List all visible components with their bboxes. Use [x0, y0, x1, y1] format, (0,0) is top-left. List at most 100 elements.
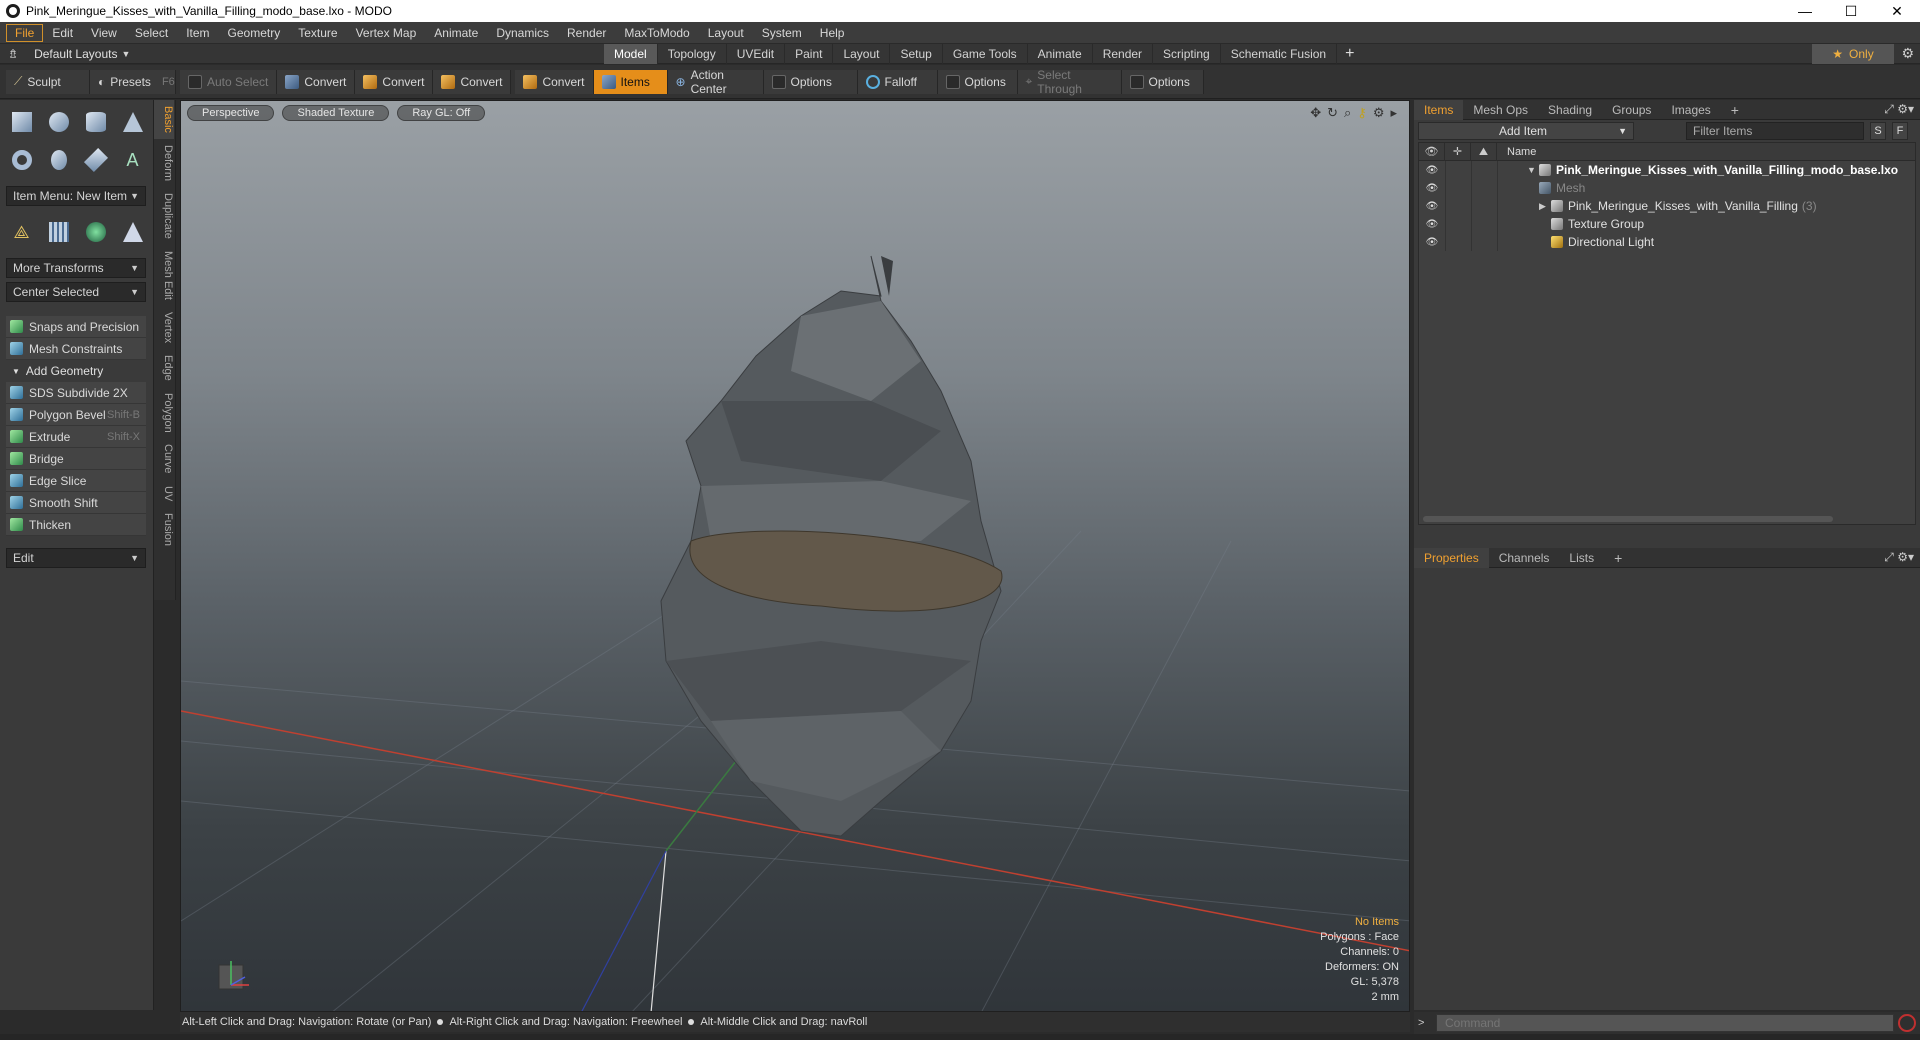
- tab-items[interactable]: Items: [1414, 99, 1464, 120]
- cube-primitive-icon[interactable]: [6, 108, 37, 136]
- globe-icon[interactable]: [80, 218, 111, 246]
- visibility-eye-icon[interactable]: 👁: [1419, 219, 1445, 230]
- vtab-polygon[interactable]: Polygon: [154, 387, 174, 439]
- tab-animate[interactable]: Animate: [1028, 43, 1093, 64]
- list-item[interactable]: 👁 Texture Group: [1419, 215, 1915, 233]
- cone-primitive-icon[interactable]: [117, 108, 148, 136]
- render-column-icon[interactable]: ⛰: [1471, 142, 1497, 161]
- layouts-dropdown[interactable]: ⇯ Default Layouts ▼: [0, 47, 604, 61]
- vtab-vertex[interactable]: Vertex: [154, 306, 174, 349]
- menu-view[interactable]: View: [82, 24, 126, 42]
- cylinder-primitive-icon[interactable]: [80, 108, 111, 136]
- extrude-button[interactable]: Extrude Shift-X: [6, 426, 146, 448]
- tab-schematic-fusion[interactable]: Schematic Fusion: [1221, 43, 1338, 64]
- thicken-button[interactable]: Thicken: [6, 514, 146, 536]
- filter-items-input[interactable]: Filter Items: [1686, 122, 1864, 140]
- select-through-options-button[interactable]: Options: [1121, 69, 1204, 94]
- edit-dropdown[interactable]: Edit ▼: [6, 548, 146, 568]
- filter-f-button[interactable]: F: [1892, 122, 1908, 140]
- add-geometry-section[interactable]: ▼ Add Geometry: [6, 360, 146, 382]
- vtab-duplicate[interactable]: Duplicate: [154, 187, 174, 245]
- tab-render[interactable]: Render: [1093, 43, 1154, 64]
- menu-item[interactable]: Item: [177, 24, 218, 42]
- pen-tool-icon[interactable]: [80, 146, 111, 174]
- snaps-precision-button[interactable]: Snaps and Precision: [6, 316, 146, 338]
- more-transforms-dropdown[interactable]: More Transforms ▼: [6, 258, 146, 278]
- menu-edit[interactable]: Edit: [43, 24, 82, 42]
- edge-slice-button[interactable]: Edge Slice: [6, 470, 146, 492]
- sds-subdivide-button[interactable]: SDS Subdivide 2X: [6, 382, 146, 404]
- menu-texture[interactable]: Texture: [289, 24, 346, 42]
- vtab-deform[interactable]: Deform: [154, 139, 174, 187]
- list-item[interactable]: 👁 Directional Light: [1419, 233, 1915, 251]
- tab-images[interactable]: Images: [1661, 100, 1720, 120]
- 3d-viewport[interactable]: Perspective Shaded Texture Ray GL: Off ✥…: [180, 100, 1410, 1012]
- polygon-bevel-button[interactable]: Polygon Bevel Shift-B: [6, 404, 146, 426]
- convert-edge-button[interactable]: Convert: [355, 69, 434, 94]
- expand-arrow-icon[interactable]: ▶: [1539, 201, 1551, 212]
- convert-material-button[interactable]: Convert: [515, 69, 594, 94]
- convert-polygon-button[interactable]: Convert: [433, 69, 512, 94]
- close-button[interactable]: ✕: [1874, 0, 1920, 22]
- text-tool-icon[interactable]: A: [117, 146, 148, 174]
- grid-icon[interactable]: [43, 218, 74, 246]
- visibility-eye-icon[interactable]: 👁: [1419, 201, 1445, 212]
- lock-column-icon[interactable]: ✛: [1445, 142, 1471, 161]
- center-selected-dropdown[interactable]: Center Selected ▼: [6, 282, 146, 302]
- panel-expand-gear-icons[interactable]: ⤢ ⚙▾: [1884, 550, 1914, 565]
- tube-primitive-icon[interactable]: [43, 146, 74, 174]
- add-panel-tab-button[interactable]: +: [1721, 100, 1749, 120]
- vtab-curve[interactable]: Curve: [154, 438, 174, 479]
- tab-lists[interactable]: Lists: [1559, 548, 1604, 568]
- action-center-options-button[interactable]: Options: [763, 69, 858, 94]
- tab-game-tools[interactable]: Game Tools: [943, 43, 1028, 64]
- tab-channels[interactable]: Channels: [1489, 548, 1560, 568]
- panel-expand-gear-icons[interactable]: ⤢ ⚙▾: [1884, 102, 1914, 117]
- auto-select-button[interactable]: Auto Select: [180, 69, 278, 94]
- visibility-eye-icon[interactable]: 👁: [1419, 165, 1445, 176]
- menu-dynamics[interactable]: Dynamics: [487, 24, 558, 42]
- minimize-button[interactable]: —: [1782, 0, 1828, 22]
- falloff-options-button[interactable]: Options: [937, 69, 1018, 94]
- expand-arrow-icon[interactable]: ▼: [1527, 165, 1539, 175]
- tab-topology[interactable]: Topology: [658, 43, 727, 64]
- visibility-eye-icon[interactable]: 👁: [1419, 237, 1445, 248]
- name-column-header[interactable]: Name: [1497, 146, 1536, 158]
- menu-vertex-map[interactable]: Vertex Map: [347, 24, 426, 42]
- mesh-constraints-button[interactable]: Mesh Constraints: [6, 338, 146, 360]
- visibility-column-icon[interactable]: 👁: [1419, 142, 1445, 161]
- menu-geometry[interactable]: Geometry: [219, 24, 290, 42]
- only-button[interactable]: ★ Only: [1812, 44, 1894, 64]
- list-item[interactable]: 👁 Mesh: [1419, 179, 1915, 197]
- action-center-button[interactable]: ⊕ Action Center: [667, 68, 764, 96]
- visibility-eye-icon[interactable]: 👁: [1419, 183, 1445, 194]
- vtab-uv[interactable]: UV: [154, 480, 174, 507]
- torus-primitive-icon[interactable]: [6, 146, 37, 174]
- tab-scripting[interactable]: Scripting: [1153, 43, 1221, 64]
- items-mode-button[interactable]: Items: [593, 69, 668, 94]
- add-panel-tab-button[interactable]: +: [1604, 548, 1632, 568]
- vtab-basic[interactable]: Basic: [154, 100, 174, 139]
- add-item-dropdown[interactable]: Add Item ▼: [1418, 122, 1634, 140]
- tab-paint[interactable]: Paint: [785, 43, 834, 64]
- tab-layout[interactable]: Layout: [833, 43, 891, 64]
- add-tab-button[interactable]: +: [1337, 44, 1362, 64]
- record-macro-icon[interactable]: [1898, 1014, 1916, 1032]
- list-item[interactable]: 👁 ▶ Pink_Meringue_Kisses_with_Vanilla_Fi…: [1419, 197, 1915, 215]
- tab-uvedit[interactable]: UVEdit: [727, 43, 786, 64]
- tab-groups[interactable]: Groups: [1602, 100, 1661, 120]
- tab-properties[interactable]: Properties: [1414, 547, 1489, 568]
- tab-mesh-ops[interactable]: Mesh Ops: [1463, 100, 1538, 120]
- menu-animate[interactable]: Animate: [425, 24, 487, 42]
- list-item[interactable]: 👁 ▼ Pink_Meringue_Kisses_with_Vanilla_Fi…: [1419, 161, 1915, 179]
- presets-button[interactable]: ◐ Presets F6: [90, 69, 176, 94]
- falloff-button[interactable]: Falloff: [857, 69, 938, 94]
- menu-render[interactable]: Render: [558, 24, 615, 42]
- menu-layout[interactable]: Layout: [699, 24, 753, 42]
- menu-select[interactable]: Select: [126, 24, 177, 42]
- tab-shading[interactable]: Shading: [1538, 100, 1602, 120]
- vtab-fusion[interactable]: Fusion: [154, 507, 174, 552]
- gear-icon[interactable]: ⚙: [1901, 45, 1914, 62]
- command-input[interactable]: [1436, 1014, 1894, 1032]
- filter-s-button[interactable]: S: [1870, 122, 1886, 140]
